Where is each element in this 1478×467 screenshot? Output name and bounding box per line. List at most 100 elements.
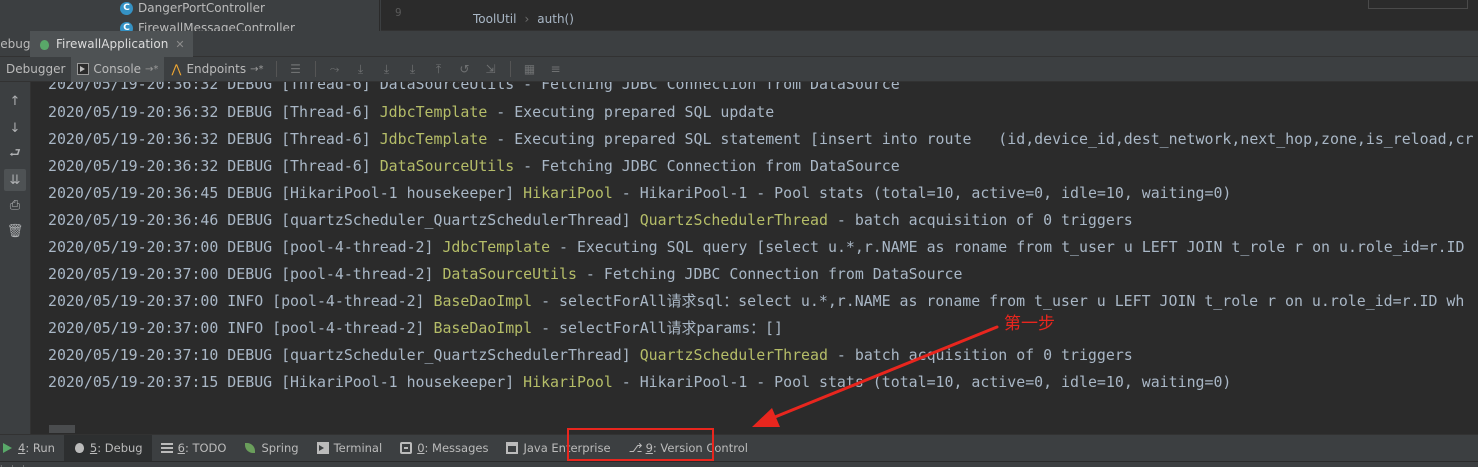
scroll-to-end-icon[interactable]: ⇊ <box>4 169 26 191</box>
version-control-icon: ⎇ <box>628 441 643 455</box>
pin-icon[interactable]: →* <box>250 64 263 75</box>
log-message: - HikariPool-1 - Pool stats (total=10, a… <box>612 373 1232 391</box>
terminal-icon <box>316 442 329 454</box>
log-prefix: 2020/05/19-20:36:46 DEBUG [quartzSchedul… <box>48 211 640 229</box>
tool-tab-todo-label: 6: TODO <box>178 441 227 455</box>
tab-debugger-label: Debugger <box>6 62 66 76</box>
step-out-icon[interactable]: ⤒ <box>429 59 449 79</box>
mnemonic: 0 <box>417 441 425 455</box>
tab-endpoints[interactable]: ⋀ Endpoints →* <box>164 57 269 82</box>
tool-tab-messages[interactable]: 0: Messages <box>391 435 497 462</box>
logger-name[interactable]: BaseDaoImpl <box>434 292 533 310</box>
breadcrumb-method[interactable]: auth() <box>537 12 574 26</box>
tool-tab-debug[interactable]: 5: Debug <box>63 434 152 462</box>
logger-name[interactable]: QuartzSchedulerThread <box>640 211 828 229</box>
drop-frame-icon[interactable]: ↺ <box>455 59 475 79</box>
mnemonic: 6 <box>177 441 185 455</box>
tool-tab-debug-label: 5: Debug <box>90 441 143 455</box>
log-message: - selectForAll请求params：[] <box>532 319 783 337</box>
log-line: 2020/05/19-20:37:00 INFO [pool-4-thread-… <box>48 290 1464 312</box>
log-prefix: 2020/05/19-20:37:00 DEBUG [pool-4-thread… <box>48 265 443 283</box>
tool-tab-terminal-label: Terminal <box>333 441 383 455</box>
toolbar-divider <box>509 61 511 77</box>
close-icon[interactable]: ✕ <box>175 38 184 51</box>
debug-session-tab[interactable]: FirewallApplication ✕ <box>30 31 193 57</box>
tool-tab-java-enterprise-label: Java Enterprise <box>523 441 611 455</box>
soft-wrap-icon[interactable]: ⮐ <box>4 144 26 166</box>
horizontal-scrollbar-thumb[interactable] <box>49 425 75 433</box>
logger-name[interactable]: JdbcTemplate <box>380 130 488 148</box>
label-text: : Messages <box>424 441 489 455</box>
editor-gutter-fragment: 9 <box>395 6 402 19</box>
logger-name[interactable]: BaseDaoImpl <box>434 319 533 337</box>
tree-item-danger-port-controller[interactable]: C DangerPortController <box>120 0 265 16</box>
debug-icon <box>73 442 85 454</box>
tree-item-firewall-message-controller[interactable]: C FirewallMessageController <box>120 20 295 31</box>
log-message: - Executing prepared SQL statement [inse… <box>487 130 1474 148</box>
messages-icon <box>400 442 413 454</box>
log-prefix: 2020/05/19-20:36:32 DEBUG [Thread-6] <box>48 130 380 148</box>
logger-name[interactable]: JdbcTemplate <box>442 238 550 256</box>
log-message: - Executing SQL query [select u.*,r.NAME… <box>550 238 1465 256</box>
breadcrumb-separator-icon: › <box>524 12 530 26</box>
show-execution-point-icon[interactable]: ⤳ <box>325 59 345 79</box>
label-text: : TODO <box>184 441 227 455</box>
run-icon <box>1 442 13 454</box>
tree-item-label: DangerPortController <box>138 1 265 15</box>
todo-icon <box>160 443 173 453</box>
step-over-icon[interactable]: ⤓ <box>351 59 371 79</box>
breadcrumb-class[interactable]: ToolUtil <box>473 12 516 26</box>
logger-name[interactable]: HikariPool <box>523 184 613 202</box>
top-strip: C DangerPortController C FirewallMessage… <box>0 0 1478 31</box>
log-line: 2020/05/19-20:36:32 DEBUG [Thread-6] Jdb… <box>48 101 774 123</box>
tool-tab-version-control[interactable]: ⎇ 9: Version Control <box>620 435 757 462</box>
logger-name[interactable]: DataSourceUtils <box>380 157 514 175</box>
log-prefix: 2020/05/19-20:37:00 INFO [pool-4-thread-… <box>48 292 434 310</box>
down-arrow-icon[interactable]: ↓ <box>4 117 26 139</box>
tool-tab-spring[interactable]: Spring <box>235 435 307 462</box>
log-prefix: 2020/05/19-20:36:32 DEBUG [Thread-6] <box>48 157 380 175</box>
console-output[interactable]: 2020/05/19-20:36:32 DEBUG [Thread-6] Dat… <box>32 82 1478 434</box>
layout-menu-icon[interactable]: ☰ <box>286 59 306 79</box>
log-message: - batch acquisition of 0 triggers <box>827 346 1133 364</box>
tab-console[interactable]: Console →* <box>71 56 165 82</box>
log-line: 2020/05/19-20:37:15 DEBUG [HikariPool-1 … <box>48 371 1231 393</box>
log-message: - Fetching JDBC Connection from DataSour… <box>514 157 900 175</box>
log-message: - Fetching JDBC Connection from DataSour… <box>576 265 963 283</box>
console-side-toolbar: ↑ ↓ ⮐ ⇊ ⎙ 🗑 <box>0 82 31 434</box>
tool-tab-terminal[interactable]: Terminal <box>308 435 392 462</box>
tab-debugger[interactable]: Debugger <box>0 57 71 82</box>
logger-name[interactable]: DataSourceUtils <box>442 265 576 283</box>
session-tab-label: FirewallApplication <box>56 37 169 51</box>
run-to-cursor-icon[interactable]: ⇲ <box>481 59 501 79</box>
tool-tab-java-enterprise[interactable]: Java Enterprise <box>497 435 619 462</box>
logger-name[interactable]: HikariPool <box>523 373 613 391</box>
step-into-icon[interactable]: ⤓ <box>377 59 397 79</box>
logger-name[interactable]: QuartzSchedulerThread <box>640 346 828 364</box>
log-line: 2020/05/19-20:37:10 DEBUG [quartzSchedul… <box>48 344 1133 366</box>
pin-icon[interactable]: →* <box>145 64 158 75</box>
spring-boot-run-icon <box>38 38 51 51</box>
up-arrow-icon[interactable]: ↑ <box>4 90 26 112</box>
log-line: 2020/05/19-20:37:00 DEBUG [pool-4-thread… <box>48 236 1464 258</box>
trace-icon[interactable]: ≡ <box>546 59 566 79</box>
log-prefix: 2020/05/19-20:36:32 DEBUG [Thread-6] <box>48 103 380 121</box>
tool-tab-run[interactable]: 4: Run <box>0 435 64 462</box>
print-icon[interactable]: ⎙ <box>4 194 26 216</box>
log-prefix: 2020/05/19-20:37:00 INFO [pool-4-thread-… <box>48 319 434 337</box>
console-icon <box>77 63 90 75</box>
log-line: 2020/05/19-20:37:00 DEBUG [pool-4-thread… <box>48 263 962 285</box>
force-step-into-icon[interactable]: ⤓ <box>403 59 423 79</box>
java-enterprise-icon <box>506 442 519 454</box>
tool-tab-todo[interactable]: 6: TODO <box>152 435 236 462</box>
log-prefix: 2020/05/19-20:37:15 DEBUG [HikariPool-1 … <box>48 373 524 391</box>
status-indicator-icon: · · · <box>0 462 28 467</box>
evaluate-expression-icon[interactable]: ▦ <box>520 59 540 79</box>
trash-icon[interactable]: 🗑 <box>4 220 26 242</box>
logger-name[interactable]: JdbcTemplate <box>380 103 488 121</box>
log-line: 2020/05/19-20:36:32 DEBUG [Thread-6] Jdb… <box>48 128 1473 150</box>
class-icon: C <box>120 1 133 15</box>
log-message: - batch acquisition of 0 triggers <box>827 211 1133 229</box>
breadcrumb: ToolUtil › auth() <box>473 12 574 26</box>
tool-tab-messages-label: 0: Messages <box>417 441 488 455</box>
